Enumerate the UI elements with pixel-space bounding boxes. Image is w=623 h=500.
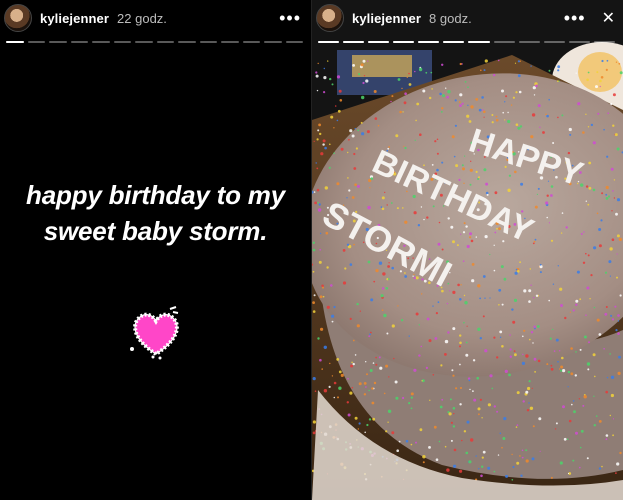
progress-segment: [318, 41, 340, 43]
progress-segment: [221, 41, 239, 43]
timestamp: 22 godz.: [117, 10, 167, 26]
progress-segment: [199, 41, 217, 43]
more-options-icon[interactable]: •••: [564, 9, 586, 27]
username[interactable]: kyliejenner: [40, 11, 109, 26]
progress-segment: [113, 41, 131, 43]
progress-segment: [393, 41, 415, 43]
progress-segment: [593, 41, 615, 43]
story-header: kyliejenner 8 godz. ••• ✕: [316, 2, 619, 34]
progress-segment: [568, 41, 590, 43]
progress-segment: [242, 41, 260, 43]
progress-segment: [518, 41, 540, 43]
story-panel-left[interactable]: kyliejenner 22 godz. ••• happy birthday …: [0, 0, 311, 500]
story-header: kyliejenner 22 godz. •••: [4, 2, 307, 34]
progress-segment: [156, 41, 174, 43]
caption-line: happy birthday to my: [26, 180, 285, 210]
caption-line: sweet baby storm.: [43, 216, 268, 246]
profile-avatar[interactable]: [4, 4, 32, 32]
story-panel-right[interactable]: HAPPY BIRTHDAY STORMI kyliejenner 8 godz…: [312, 0, 623, 500]
progress-segment: [70, 41, 88, 43]
progress-segment: [135, 41, 153, 43]
progress-segment: [49, 41, 67, 43]
progress-segment: [443, 41, 465, 43]
username[interactable]: kyliejenner: [352, 11, 421, 26]
progress-segment: [368, 41, 390, 43]
progress-segment: [543, 41, 565, 43]
heart-sticker-icon: [126, 304, 186, 362]
progress-segment: [92, 41, 110, 43]
close-icon[interactable]: ✕: [602, 8, 615, 28]
progress-segment: [343, 41, 365, 43]
progress-segment: [418, 41, 440, 43]
progress-segment: [27, 41, 45, 43]
progress-segment: [468, 41, 490, 43]
progress-segment: [264, 41, 282, 43]
timestamp: 8 godz.: [429, 10, 472, 26]
more-options-icon[interactable]: •••: [279, 9, 301, 27]
story-progress-bar: [318, 41, 615, 44]
birthday-cake-photo: HAPPY BIRTHDAY STORMI: [312, 0, 623, 500]
progress-segment: [493, 41, 515, 43]
story-progress-bar: [6, 41, 303, 44]
progress-segment: [178, 41, 196, 43]
story-caption: happy birthday to my sweet baby storm.: [0, 177, 311, 249]
profile-avatar[interactable]: [316, 4, 344, 32]
progress-segment: [285, 41, 303, 43]
progress-segment: [6, 41, 24, 43]
